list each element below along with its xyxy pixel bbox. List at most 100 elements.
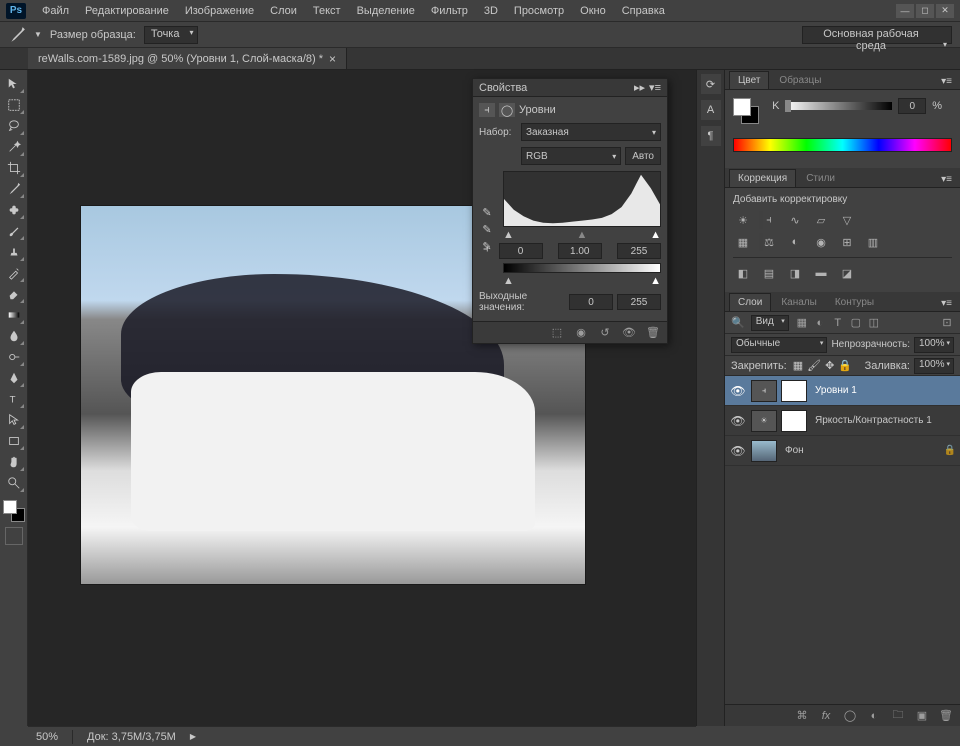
- visibility-icon[interactable]: 👁: [729, 444, 747, 458]
- levels-icon[interactable]: ⫞: [759, 211, 779, 229]
- new-adjustment-icon[interactable]: ◐: [866, 709, 882, 723]
- toggle-visibility-icon[interactable]: 👁: [621, 326, 637, 340]
- tab-channels[interactable]: Каналы: [773, 294, 825, 311]
- k-value-input[interactable]: [898, 98, 926, 114]
- paragraph-icon[interactable]: ¶: [701, 126, 721, 146]
- close-button[interactable]: ✕: [936, 4, 954, 18]
- fill-value[interactable]: 100%: [914, 358, 954, 374]
- collapse-icon[interactable]: ▸▸: [634, 81, 645, 94]
- eyedropper-tool[interactable]: [3, 179, 25, 199]
- panel-header[interactable]: Свойства ▸▸ ▾≡: [473, 79, 667, 97]
- white-slider-icon[interactable]: ▲: [650, 229, 661, 241]
- color-swatch-pair[interactable]: [733, 98, 759, 124]
- input-gamma-field[interactable]: [558, 243, 602, 259]
- gradient-map-icon[interactable]: ▬: [811, 264, 831, 282]
- lasso-tool[interactable]: [3, 116, 25, 136]
- previous-state-icon[interactable]: ◉: [573, 326, 589, 340]
- auto-button[interactable]: Авто: [625, 147, 661, 165]
- new-group-icon[interactable]: 🗀: [890, 709, 906, 723]
- selective-color-icon[interactable]: ◪: [837, 264, 857, 282]
- panel-menu-icon[interactable]: ▾≡: [937, 172, 956, 187]
- menu-image[interactable]: Изображение: [177, 2, 262, 20]
- white-point-picker-icon[interactable]: ✎: [479, 239, 495, 253]
- tab-paths[interactable]: Контуры: [827, 294, 882, 311]
- layer-row[interactable]: 👁 Фон 🔒: [725, 436, 960, 466]
- close-icon[interactable]: ×: [329, 52, 336, 66]
- foreground-color[interactable]: [3, 500, 17, 514]
- filter-smart-icon[interactable]: ◫: [867, 316, 881, 330]
- blur-tool[interactable]: [3, 326, 25, 346]
- filter-kind-select[interactable]: Вид: [751, 315, 789, 331]
- output-slider[interactable]: ▲ ▲: [503, 275, 661, 287]
- tab-layers[interactable]: Слои: [729, 293, 771, 311]
- foreground-swatch[interactable]: [733, 98, 751, 116]
- posterize-icon[interactable]: ▤: [759, 264, 779, 282]
- input-white-field[interactable]: [617, 243, 661, 259]
- tab-styles[interactable]: Стили: [798, 170, 843, 187]
- zoom-tool[interactable]: [3, 473, 25, 493]
- tab-color[interactable]: Цвет: [729, 71, 769, 89]
- menu-layers[interactable]: Слои: [262, 2, 305, 20]
- panel-menu-icon[interactable]: ▾≡: [937, 296, 956, 311]
- crop-tool[interactable]: [3, 158, 25, 178]
- channel-select[interactable]: RGB: [521, 147, 621, 165]
- gray-point-picker-icon[interactable]: ✎: [479, 222, 495, 236]
- foreground-background-swatch[interactable]: [3, 500, 25, 522]
- panel-menu-icon[interactable]: ▾≡: [937, 74, 956, 89]
- search-icon[interactable]: 🔍: [731, 316, 745, 329]
- output-gradient[interactable]: [503, 263, 661, 273]
- clip-to-layer-icon[interactable]: ⬚: [549, 326, 565, 340]
- k-slider-track[interactable]: [785, 102, 892, 110]
- pen-tool[interactable]: [3, 368, 25, 388]
- menu-select[interactable]: Выделение: [349, 2, 423, 20]
- image-thumb[interactable]: [751, 440, 777, 462]
- threshold-icon[interactable]: ◨: [785, 264, 805, 282]
- input-slider[interactable]: ▲ ▲ ▲: [503, 229, 661, 241]
- menu-window[interactable]: Окно: [572, 2, 614, 20]
- lock-pixels-icon[interactable]: 🖌: [807, 359, 821, 372]
- black-point-picker-icon[interactable]: ✎: [479, 205, 495, 219]
- zoom-level[interactable]: 50%: [36, 731, 58, 743]
- history-icon[interactable]: ⟳: [701, 74, 721, 94]
- eraser-tool[interactable]: [3, 284, 25, 304]
- mask-icon[interactable]: ◯: [499, 103, 515, 117]
- preset-select[interactable]: Заказная: [521, 123, 661, 141]
- color-balance-icon[interactable]: ⚖: [759, 233, 779, 251]
- minimize-button[interactable]: —: [896, 4, 914, 18]
- photo-filter-icon[interactable]: ◉: [811, 233, 831, 251]
- visibility-icon[interactable]: 👁: [729, 384, 747, 398]
- delete-adjustment-icon[interactable]: 🗑: [645, 326, 661, 340]
- bw-icon[interactable]: ◐: [785, 233, 805, 251]
- tab-swatches[interactable]: Образцы: [771, 72, 829, 89]
- link-layers-icon[interactable]: ⌘: [794, 709, 810, 723]
- filter-toggle-icon[interactable]: ⊡: [940, 316, 954, 330]
- filter-type-icon[interactable]: T: [831, 316, 845, 330]
- gradient-tool[interactable]: [3, 305, 25, 325]
- document-tab[interactable]: reWalls.com-1589.jpg @ 50% (Уровни 1, Сл…: [28, 48, 347, 69]
- reset-icon[interactable]: ↺: [597, 326, 613, 340]
- panel-menu-icon[interactable]: ▾≡: [649, 81, 661, 94]
- chevron-right-icon[interactable]: ▶: [190, 732, 196, 741]
- brush-tool[interactable]: [3, 221, 25, 241]
- layer-row[interactable]: 👁 ⫞ Уровни 1: [725, 376, 960, 406]
- document-info[interactable]: Док: 3,75M/3,75M: [87, 731, 176, 743]
- menu-file[interactable]: Файл: [34, 2, 77, 20]
- visibility-icon[interactable]: 👁: [729, 414, 747, 428]
- output-black-slider-icon[interactable]: ▲: [503, 275, 514, 287]
- clone-stamp-tool[interactable]: [3, 242, 25, 262]
- tab-adjustments[interactable]: Коррекция: [729, 169, 796, 187]
- opacity-value[interactable]: 100%: [914, 337, 954, 353]
- output-white-slider-icon[interactable]: ▲: [650, 275, 661, 287]
- new-layer-icon[interactable]: ▣: [914, 709, 930, 723]
- maximize-button[interactable]: ◻: [916, 4, 934, 18]
- output-white-field[interactable]: [617, 294, 661, 310]
- workspace-select[interactable]: Основная рабочая среда ▾: [802, 26, 952, 44]
- exposure-icon[interactable]: ▱: [811, 211, 831, 229]
- filter-pixel-icon[interactable]: ▦: [795, 316, 809, 330]
- chevron-down-icon[interactable]: ▼: [34, 30, 42, 39]
- channel-mixer-icon[interactable]: ⊞: [837, 233, 857, 251]
- menu-help[interactable]: Справка: [614, 2, 673, 20]
- lock-transparency-icon[interactable]: ▦: [793, 359, 803, 372]
- delete-layer-icon[interactable]: 🗑: [938, 709, 954, 723]
- output-black-field[interactable]: [569, 294, 613, 310]
